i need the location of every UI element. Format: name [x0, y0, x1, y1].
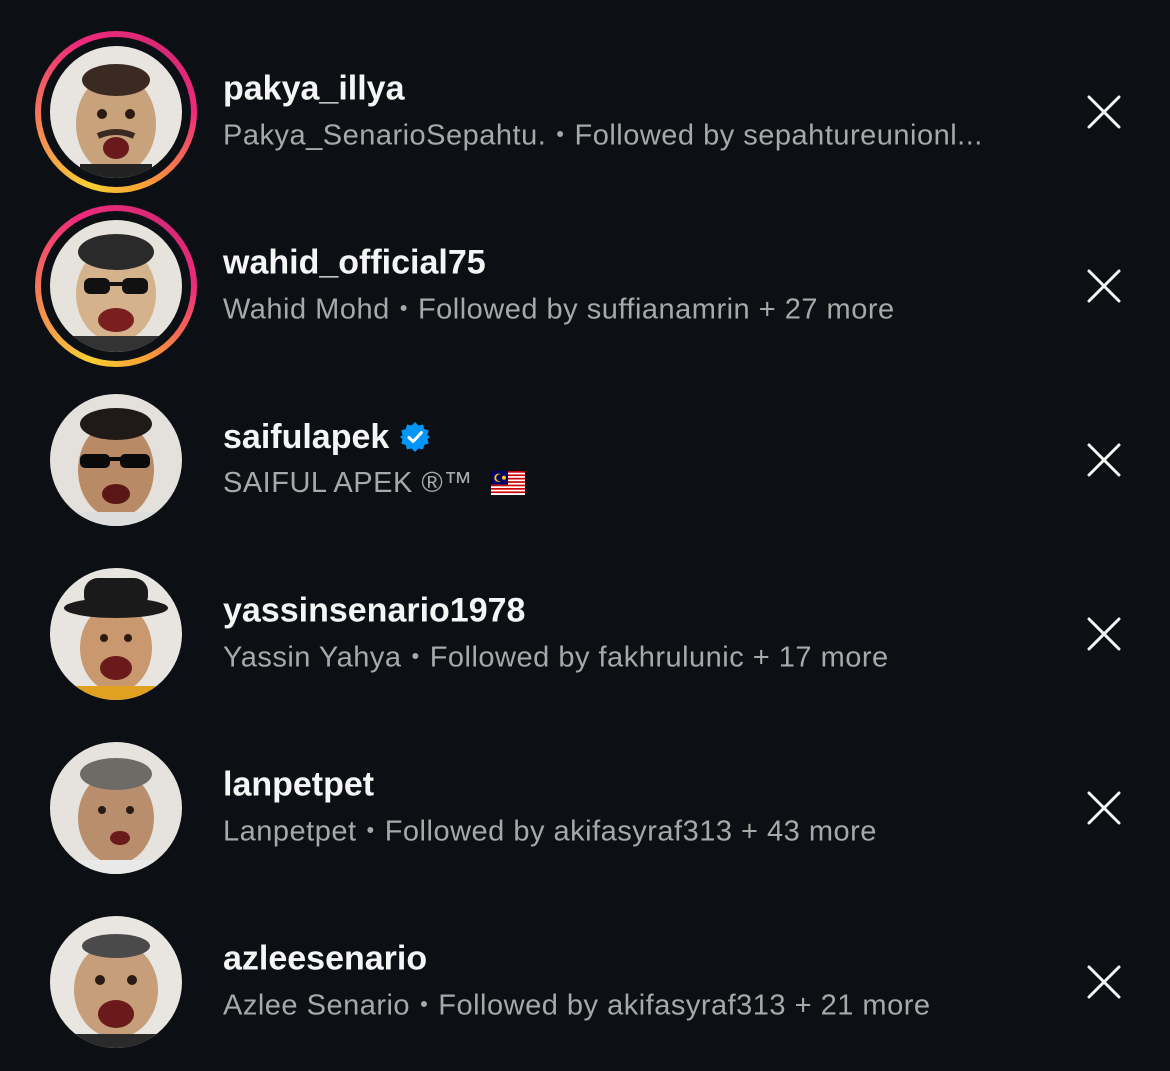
close-icon [1087, 617, 1121, 651]
followed-by-text: Followed by akifasyraf313 + 21 more [438, 989, 931, 1022]
display-name: Wahid Mohd [223, 293, 390, 326]
subtitle: Wahid Mohd • Followed by suffianamrin + 27… [223, 288, 1053, 331]
avatar-wrapper[interactable] [35, 379, 197, 541]
dismiss-button[interactable] [1083, 439, 1125, 481]
subtitle: Lanpetpet • Followed by akifasyraf313 + 43… [223, 810, 1053, 853]
followed-by-text: Followed by sepahtureunionl... [574, 119, 983, 152]
story-ring[interactable] [35, 31, 197, 193]
display-name: Azlee Senario [223, 989, 411, 1022]
dismiss-button[interactable] [1083, 265, 1125, 307]
suggestion-row[interactable]: azleesenario Azlee Senario • Followed by a… [0, 895, 1170, 1069]
display-name: Lanpetpet [223, 815, 357, 848]
display-name: Pakya_SenarioSepahtu. [223, 119, 547, 152]
suggestion-row[interactable]: wahid_official75 Wahid Mohd • Followed by … [0, 199, 1170, 373]
username[interactable]: wahid_official75 [223, 242, 1053, 284]
suggested-accounts-list: pakya_illya Pakya_SenarioSepahtu. • Follow… [0, 0, 1170, 1071]
avatar-wrapper[interactable] [35, 901, 197, 1063]
suggestion-text[interactable]: yassinsenario1978 Yassin Yahya • Followed … [223, 590, 1053, 679]
separator-dot: • [420, 991, 429, 1017]
suggestion-row[interactable]: yassinsenario1978 Yassin Yahya • Followed … [0, 547, 1170, 721]
followed-by-text: Followed by akifasyraf313 + 43 more [384, 815, 877, 848]
close-icon [1087, 443, 1121, 477]
avatar[interactable] [50, 220, 182, 352]
username[interactable]: saifulapek [223, 416, 1053, 458]
display-name: Yassin Yahya [223, 641, 402, 674]
suggestion-text[interactable]: saifulapek SAIFUL APEK ®™ [223, 416, 1053, 504]
malaysia-flag-icon [491, 471, 526, 495]
followed-by-text: Followed by fakhrulunic + 17 more [429, 641, 889, 674]
avatar[interactable] [50, 394, 182, 526]
subtitle: Yassin Yahya • Followed by fakhrulunic + 1… [223, 636, 1053, 679]
display-name: SAIFUL APEK ®™ [223, 467, 473, 499]
avatar[interactable] [50, 916, 182, 1048]
username[interactable]: azleesenario [223, 938, 1053, 980]
close-icon [1087, 965, 1121, 999]
separator-dot: • [366, 817, 375, 843]
subtitle: SAIFUL APEK ®™ [223, 462, 1053, 504]
dismiss-button[interactable] [1083, 787, 1125, 829]
username[interactable]: lanpetpet [223, 764, 1053, 806]
username[interactable]: pakya_illya [223, 68, 1053, 110]
suggestion-text[interactable]: azleesenario Azlee Senario • Followed by a… [223, 938, 1053, 1027]
close-icon [1087, 269, 1121, 303]
story-ring[interactable] [35, 205, 197, 367]
suggestion-text[interactable]: lanpetpet Lanpetpet • Followed by akifasyr… [223, 764, 1053, 853]
suggestion-row[interactable]: pakya_illya Pakya_SenarioSepahtu. • Follow… [0, 25, 1170, 199]
dismiss-button[interactable] [1083, 613, 1125, 655]
followed-by-text: Followed by suffianamrin + 27 more [417, 293, 895, 326]
username[interactable]: yassinsenario1978 [223, 590, 1053, 632]
subtitle: Pakya_SenarioSepahtu. • Followed by sepaht… [223, 114, 1053, 157]
separator-dot: • [399, 295, 408, 321]
avatar[interactable] [50, 742, 182, 874]
dismiss-button[interactable] [1083, 91, 1125, 133]
suggestion-text[interactable]: wahid_official75 Wahid Mohd • Followed by … [223, 242, 1053, 331]
suggestion-row[interactable]: saifulapek SAIFUL APEK ®™ [0, 373, 1170, 547]
close-icon [1087, 95, 1121, 129]
suggestion-text[interactable]: pakya_illya Pakya_SenarioSepahtu. • Follow… [223, 68, 1053, 157]
verified-badge-icon [400, 422, 431, 452]
suggestion-row[interactable]: lanpetpet Lanpetpet • Followed by akifasyr… [0, 721, 1170, 895]
avatar[interactable] [50, 568, 182, 700]
avatar[interactable] [50, 46, 182, 178]
subtitle: Azlee Senario • Followed by akifasyraf313 … [223, 984, 1053, 1027]
avatar-wrapper[interactable] [35, 727, 197, 889]
dismiss-button[interactable] [1083, 961, 1125, 1003]
separator-dot: • [556, 121, 565, 147]
avatar-wrapper[interactable] [35, 553, 197, 715]
separator-dot: • [411, 643, 420, 669]
close-icon [1087, 791, 1121, 825]
